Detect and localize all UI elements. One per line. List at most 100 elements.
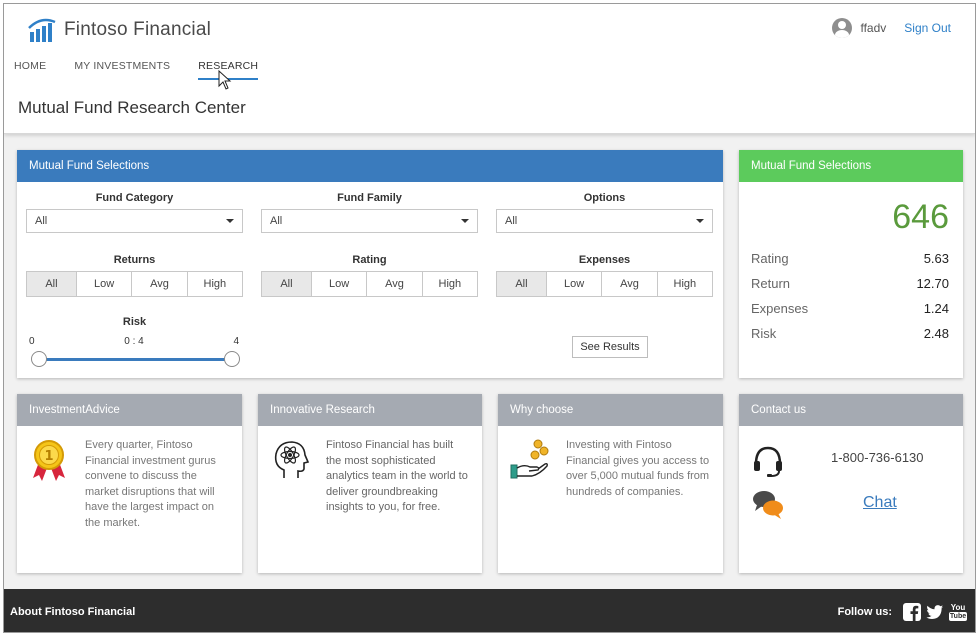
risk-slider-min-handle[interactable] (31, 351, 47, 367)
caret-down-icon (226, 219, 234, 223)
investment-advice-header: InvestmentAdvice (17, 394, 242, 426)
summary-stats: Rating 5.63 Return 12.70 Expenses 1.24 R… (751, 246, 949, 346)
caret-down-icon (461, 219, 469, 223)
fund-family-select[interactable]: All (261, 209, 478, 233)
atom-head-icon (274, 441, 310, 478)
why-choose-text: Investing with Fintoso Financial gives y… (566, 439, 710, 498)
user-avatar-icon[interactable] (832, 18, 853, 38)
why-choose-card: Why choose Investing with Fintoso Financ… (498, 394, 723, 573)
user-menu: ffadv Sign Out (832, 18, 951, 38)
chat-bubbles-icon (753, 491, 783, 519)
rating-avg[interactable]: Avg (366, 272, 421, 296)
risk-values: 0 0 : 4 4 (26, 336, 243, 347)
rating-filter: Rating All Low Avg High (261, 254, 478, 297)
fund-category-select[interactable]: All (26, 209, 243, 233)
nav-my-investments[interactable]: MY INVESTMENTS (74, 60, 170, 80)
stat-risk-value: 2.48 (923, 326, 949, 341)
risk-min: 0 (29, 336, 35, 347)
returns-filter: Returns All Low Avg High (26, 254, 243, 297)
page-title: Mutual Fund Research Center (18, 98, 246, 117)
nav-home[interactable]: HOME (14, 60, 46, 80)
caret-down-icon (696, 219, 704, 223)
stat-rating-label: Rating (751, 251, 789, 266)
app-window: Fintoso Financial ffadv Sign Out HOME MY… (3, 3, 976, 633)
stat-row: Return 12.70 (751, 271, 949, 296)
brand-logo[interactable]: Fintoso Financial (28, 16, 211, 44)
stat-row: Risk 2.48 (751, 321, 949, 346)
expenses-high[interactable]: High (656, 272, 712, 296)
why-choose-body: Investing with Fintoso Financial gives y… (498, 426, 723, 500)
innovative-research-body: Fintoso Financial has built the most sop… (258, 426, 482, 516)
stat-row: Expenses 1.24 (751, 296, 949, 321)
contact-phone[interactable]: 1-800-736-6130 (831, 450, 924, 465)
risk-slider-max-handle[interactable] (224, 351, 240, 367)
fund-family-value: All (270, 215, 283, 227)
stat-rating-value: 5.63 (923, 251, 949, 266)
risk-max: 4 (233, 336, 239, 347)
stat-return-value: 12.70 (916, 276, 949, 291)
fund-category-label: Fund Category (95, 192, 174, 204)
risk-slider-track (36, 358, 233, 361)
selections-summary-panel: Mutual Fund Selections 646 Rating 5.63 R… (739, 150, 963, 378)
options-select[interactable]: All (496, 209, 713, 233)
svg-text:1: 1 (44, 449, 53, 464)
fund-count: 646 (892, 198, 949, 236)
fund-family-filter: Fund Family All (261, 192, 478, 233)
chat-link[interactable]: Chat (863, 494, 897, 512)
options-filter: Options All (496, 192, 713, 233)
about-link[interactable]: About Fintoso Financial (10, 606, 135, 618)
risk-range: 0 : 4 (124, 336, 144, 347)
stat-expenses-label: Expenses (751, 301, 809, 316)
expenses-filter: Expenses All Low Avg High (496, 254, 713, 297)
contact-header: Contact us (739, 394, 963, 426)
youtube-icon[interactable]: You Tube (948, 601, 968, 623)
contact-body: 1-800-736-6130 Chat (739, 426, 963, 519)
youtube-you-text: You (950, 602, 966, 612)
follow-us: Follow us: You Tube (837, 601, 968, 623)
returns-high[interactable]: High (186, 272, 242, 296)
rating-high[interactable]: High (421, 272, 477, 296)
returns-avg[interactable]: Avg (131, 272, 186, 296)
investment-advice-text: Every quarter, Fintoso Financial investm… (85, 439, 216, 529)
rating-low[interactable]: Low (310, 272, 366, 296)
contact-card: Contact us 1-800-736-6130 Chat (739, 394, 963, 573)
username[interactable]: ffadv (860, 21, 886, 35)
innovative-research-header: Innovative Research (258, 394, 482, 426)
returns-low[interactable]: Low (75, 272, 131, 296)
headset-icon (754, 446, 782, 477)
summary-header: Mutual Fund Selections (739, 150, 963, 182)
innovative-research-text: Fintoso Financial has built the most sop… (326, 439, 468, 513)
stat-expenses-value: 1.24 (923, 301, 949, 316)
site-footer: About Fintoso Financial Follow us: You T… (4, 589, 975, 632)
site-header: Fintoso Financial ffadv Sign Out HOME MY… (4, 4, 975, 134)
expenses-segmented: All Low Avg High (496, 271, 713, 297)
twitter-icon[interactable] (926, 603, 944, 621)
follow-us-label: Follow us: (837, 605, 892, 618)
social-links: You Tube (898, 601, 968, 623)
youtube-tube-text: Tube (948, 611, 968, 621)
expenses-low[interactable]: Low (545, 272, 601, 296)
fund-selections-panel: Mutual Fund Selections Fund Category All… (17, 150, 723, 378)
risk-slider[interactable] (26, 351, 243, 367)
facebook-icon[interactable] (903, 602, 921, 621)
returns-label: Returns (113, 254, 156, 266)
expenses-avg[interactable]: Avg (601, 272, 656, 296)
expenses-all[interactable]: All (497, 272, 546, 296)
fund-selections-header: Mutual Fund Selections (17, 150, 723, 182)
brand-name: Fintoso Financial (64, 19, 212, 40)
see-results-button[interactable]: See Results (572, 336, 648, 358)
rating-all[interactable]: All (262, 272, 311, 296)
stat-risk-label: Risk (751, 326, 777, 341)
fund-category-filter: Fund Category All (26, 192, 243, 233)
returns-all[interactable]: All (27, 272, 76, 296)
fintoso-logo-icon (28, 18, 56, 42)
stat-row: Rating 5.63 (751, 246, 949, 271)
rating-label: Rating (352, 254, 387, 266)
hand-coins-icon (510, 439, 549, 479)
mouse-cursor-icon (218, 70, 232, 90)
investment-advice-card: InvestmentAdvice 1 Every quarter, Fintos… (17, 394, 242, 573)
fund-family-label: Fund Family (337, 192, 402, 204)
sign-out-link[interactable]: Sign Out (904, 21, 951, 35)
risk-label: Risk (122, 316, 147, 328)
expenses-label: Expenses (578, 254, 631, 266)
